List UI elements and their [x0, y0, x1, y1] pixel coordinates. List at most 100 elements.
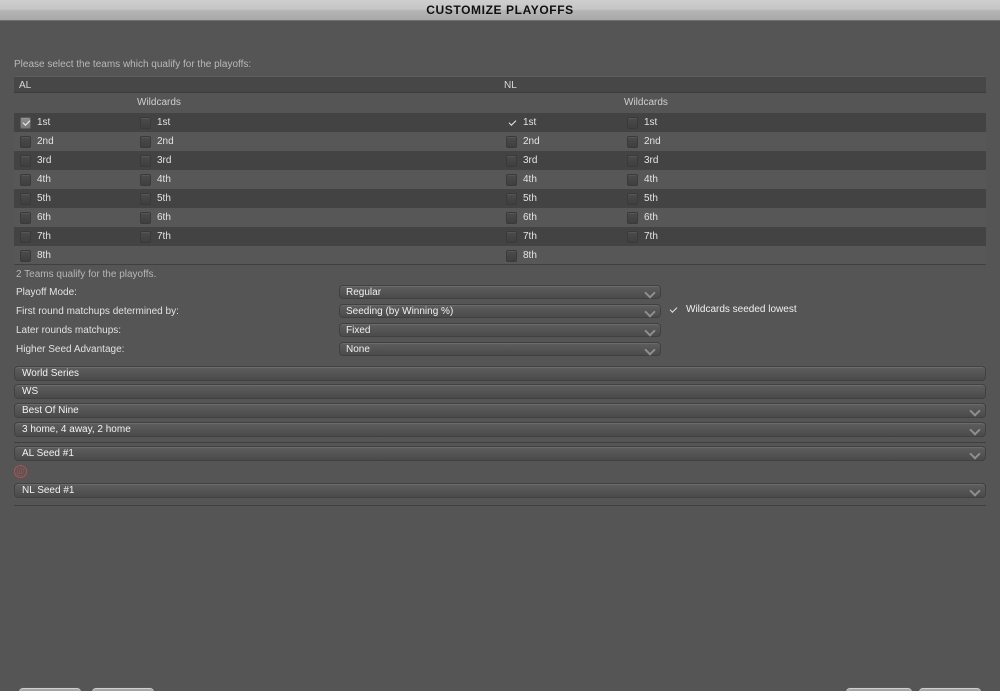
- setting-value-higher-seed-advantage: None: [346, 344, 370, 355]
- seed-checkbox-al-division-3rd[interactable]: 3rd: [20, 151, 51, 170]
- chevron-down-icon: [646, 289, 655, 295]
- checkbox-unchecked-icon: [140, 192, 151, 205]
- seed-label: 4th: [157, 173, 171, 185]
- seed-label: 6th: [157, 211, 171, 223]
- seed-label: 2nd: [523, 135, 540, 147]
- page-title: CUSTOMIZE PLAYOFFS: [426, 3, 574, 17]
- seed-label: 7th: [37, 230, 51, 242]
- setting-dropdown-later-rounds-matchups[interactable]: Fixed: [339, 323, 661, 337]
- seed-checkbox-nl-division-8th[interactable]: 8th: [506, 246, 537, 265]
- seed-row: 2nd 2nd 2nd 2nd: [14, 132, 986, 151]
- wildcards-header-nl: Wildcards: [624, 97, 668, 108]
- setting-dropdown-higher-seed-advantage[interactable]: None: [339, 342, 661, 356]
- seed-row: 5th 5th 5th 5th: [14, 189, 986, 208]
- seed-label: 7th: [644, 230, 658, 242]
- checkbox-unchecked-icon: [140, 154, 151, 167]
- checkbox-unchecked-icon: [20, 192, 31, 205]
- setting-label-first-round-matchups: First round matchups determined by:: [16, 306, 179, 317]
- seed-checkbox-al-division-5th[interactable]: 5th: [20, 189, 51, 208]
- chevron-down-icon: [971, 407, 980, 413]
- series-home-team-dropdown[interactable]: AL Seed #1: [14, 446, 986, 461]
- checkbox-unchecked-icon: [627, 135, 638, 148]
- series-length-dropdown[interactable]: Best Of Nine: [14, 403, 986, 418]
- checkbox-checked-icon: [506, 117, 517, 129]
- checkbox-unchecked-icon: [506, 135, 517, 148]
- seed-checkbox-nl-wildcard-4th[interactable]: 4th: [627, 170, 658, 189]
- series-length-value: Best Of Nine: [22, 405, 79, 416]
- league-header-band: AL NL: [14, 76, 986, 93]
- seed-checkbox-al-division-6th[interactable]: 6th: [20, 208, 51, 227]
- series-abbreviation-input[interactable]: WS: [14, 384, 986, 399]
- seed-checkbox-nl-wildcard-6th[interactable]: 6th: [627, 208, 658, 227]
- seed-checkbox-al-wildcard-1st[interactable]: 1st: [140, 113, 170, 132]
- at-symbol-icon: @: [14, 465, 27, 478]
- setting-label-playoff-mode: Playoff Mode:: [16, 287, 77, 298]
- divider-above-matchup: [14, 442, 986, 443]
- seed-label: 1st: [157, 116, 171, 128]
- seed-checkbox-al-wildcard-5th[interactable]: 5th: [140, 189, 171, 208]
- checkbox-unchecked-icon: [140, 211, 151, 224]
- seed-checkbox-al-division-8th[interactable]: 8th: [20, 246, 51, 265]
- wildcards-seeded-lowest-label: Wildcards seeded lowest: [686, 304, 797, 315]
- seed-checkbox-nl-division-3rd[interactable]: 3rd: [506, 151, 537, 170]
- seed-checkbox-al-division-4th[interactable]: 4th: [20, 170, 51, 189]
- seed-label: 2nd: [644, 135, 661, 147]
- seed-checkbox-al-wildcard-4th[interactable]: 4th: [140, 170, 171, 189]
- checkbox-unchecked-icon: [140, 116, 151, 129]
- cancel-button[interactable]: ✖ Cancel: [918, 687, 982, 691]
- clear-button[interactable]: Clear: [91, 687, 155, 691]
- reset-button[interactable]: Reset: [18, 687, 82, 691]
- confirm-button[interactable]: ✔ Confirm: [845, 687, 913, 691]
- seed-label: 1st: [644, 116, 658, 128]
- seed-label: 5th: [37, 192, 51, 204]
- seed-label: 6th: [523, 211, 537, 223]
- seed-checkbox-nl-wildcard-7th[interactable]: 7th: [627, 227, 658, 246]
- series-name-input[interactable]: World Series: [14, 366, 986, 381]
- seed-label: 3rd: [157, 154, 172, 166]
- checkbox-unchecked-icon: [506, 173, 517, 186]
- seed-checkbox-nl-division-1st[interactable]: 1st: [506, 113, 536, 132]
- qualify-summary-text: 2 Teams qualify for the playoffs.: [16, 269, 157, 280]
- wildcards-seeded-lowest-checkbox[interactable]: Wildcards seeded lowest: [669, 304, 797, 315]
- setting-label-higher-seed-advantage: Higher Seed Advantage:: [16, 344, 125, 355]
- seed-checkbox-al-division-7th[interactable]: 7th: [20, 227, 51, 246]
- checkbox-unchecked-icon: [20, 230, 31, 243]
- seed-checkbox-nl-wildcard-1st[interactable]: 1st: [627, 113, 657, 132]
- series-name-value: World Series: [22, 368, 80, 379]
- seed-row: 7th 7th 7th 7th: [14, 227, 986, 246]
- setting-dropdown-playoff-mode[interactable]: Regular: [339, 285, 661, 299]
- seed-checkbox-al-wildcard-6th[interactable]: 6th: [140, 208, 171, 227]
- seed-checkbox-nl-division-7th[interactable]: 7th: [506, 227, 537, 246]
- divider-below-matchup: [14, 505, 986, 506]
- seed-checkbox-nl-division-6th[interactable]: 6th: [506, 208, 537, 227]
- seed-label: 1st: [523, 116, 537, 128]
- setting-dropdown-first-round-matchups[interactable]: Seeding (by Winning %): [339, 304, 661, 318]
- seed-checkbox-nl-wildcard-3rd[interactable]: 3rd: [627, 151, 658, 170]
- setting-value-later-rounds-matchups: Fixed: [346, 325, 371, 336]
- checkbox-unchecked-icon: [627, 211, 638, 224]
- chevron-down-icon: [971, 450, 980, 456]
- seed-label: 8th: [37, 249, 51, 261]
- seed-label: 3rd: [523, 154, 538, 166]
- checkbox-unchecked-icon: [506, 154, 517, 167]
- series-away-team-dropdown[interactable]: NL Seed #1: [14, 483, 986, 498]
- seed-checkbox-nl-division-4th[interactable]: 4th: [506, 170, 537, 189]
- seed-checkbox-al-wildcard-7th[interactable]: 7th: [140, 227, 171, 246]
- seed-checkbox-al-division-2nd[interactable]: 2nd: [20, 132, 54, 151]
- checkbox-unchecked-icon: [506, 230, 517, 243]
- seed-label: 5th: [644, 192, 658, 204]
- seed-checkbox-nl-wildcard-2nd[interactable]: 2nd: [627, 132, 661, 151]
- seed-checkbox-nl-division-5th[interactable]: 5th: [506, 189, 537, 208]
- league-header-nl: NL: [504, 80, 517, 91]
- checkbox-unchecked-icon: [20, 135, 31, 148]
- checkbox-unchecked-icon: [20, 154, 31, 167]
- seed-checkbox-al-wildcard-3rd[interactable]: 3rd: [140, 151, 171, 170]
- setting-value-playoff-mode: Regular: [346, 287, 382, 298]
- seed-checkbox-al-division-1st[interactable]: 1st: [20, 113, 50, 132]
- instruction-text: Please select the teams which qualify fo…: [14, 59, 252, 70]
- series-home-away-pattern-dropdown[interactable]: 3 home, 4 away, 2 home: [14, 422, 986, 437]
- seed-checkbox-nl-division-2nd[interactable]: 2nd: [506, 132, 540, 151]
- seed-checkbox-nl-wildcard-5th[interactable]: 5th: [627, 189, 658, 208]
- checkbox-unchecked-icon: [627, 154, 638, 167]
- seed-checkbox-al-wildcard-2nd[interactable]: 2nd: [140, 132, 174, 151]
